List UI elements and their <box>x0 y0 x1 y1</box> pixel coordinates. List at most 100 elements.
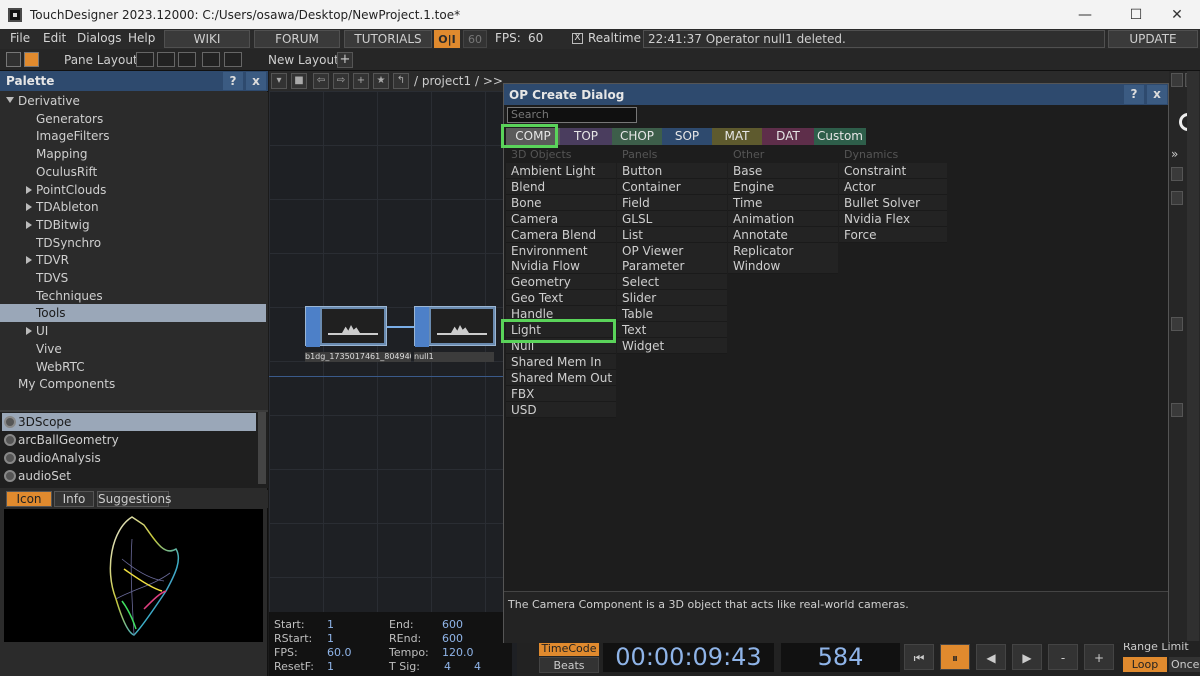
star-icon[interactable]: ★ <box>373 73 389 89</box>
component-item-arcballgeometry[interactable]: arcBallGeometry <box>2 431 256 449</box>
op-item-shared-mem-out[interactable]: Shared Mem Out <box>506 369 616 386</box>
op-item-camera-blend[interactable]: Camera Blend <box>506 226 616 243</box>
op-item-camera[interactable]: Camera <box>506 210 616 227</box>
parent-icon[interactable]: ↰ <box>393 73 409 89</box>
palette-tree-item-my-components[interactable]: My Components <box>0 375 266 393</box>
family-tab-mat[interactable]: MAT <box>712 128 762 145</box>
op-item-bullet-solver[interactable]: Bullet Solver <box>839 194 947 211</box>
palette-tree-item-oculusrift[interactable]: OculusRift <box>0 163 266 181</box>
expand-icon[interactable]: » <box>1171 147 1178 161</box>
menu-edit[interactable]: Edit <box>43 31 66 45</box>
op-item-window[interactable]: Window <box>728 258 838 275</box>
frame-display[interactable]: 584 <box>781 642 900 672</box>
tsig-denominator[interactable]: 4 <box>474 660 481 673</box>
tutorials-button[interactable]: TUTORIALS <box>344 30 432 48</box>
forward-arrow-icon[interactable]: ⇨ <box>333 73 349 89</box>
op-node-label[interactable]: null1 <box>414 352 494 362</box>
layout-three-icon[interactable] <box>202 52 220 67</box>
node-side-flags[interactable] <box>415 307 429 347</box>
component-list-scrollbar[interactable] <box>258 412 266 484</box>
palette-tree-item-tdableton[interactable]: TDAbleton <box>0 198 266 216</box>
op-item-nvidia-flex-solver[interactable]: Nvidia Flex Solver <box>839 210 947 242</box>
add-layout-button[interactable]: + <box>337 52 353 68</box>
op-item-parameter[interactable]: Parameter <box>617 258 727 275</box>
palette-tree-item-tdsynchro[interactable]: TDSynchro <box>0 234 266 252</box>
op-item-constraint[interactable]: Constraint <box>839 163 947 179</box>
collapsed-triangle-icon[interactable] <box>26 256 32 265</box>
tab-icon[interactable]: Icon <box>6 491 52 507</box>
op-item-fbx[interactable]: FBX <box>506 385 616 402</box>
palette-tree-item-generators[interactable]: Generators <box>0 110 266 128</box>
op-item-environment-light[interactable]: Environment Light <box>506 242 616 274</box>
collapsed-triangle-icon[interactable] <box>26 185 32 194</box>
op-item-blend[interactable]: Blend <box>506 178 616 195</box>
op-item-engine[interactable]: Engine <box>728 178 838 195</box>
menu-help[interactable]: Help <box>128 31 155 45</box>
play-button[interactable]: ▶ <box>1012 644 1042 670</box>
timecode-toggle[interactable]: TimeCode <box>539 641 599 656</box>
layout-quad-icon[interactable] <box>224 52 242 67</box>
dropdown-icon[interactable] <box>1171 191 1183 205</box>
forum-button[interactable]: FORUM <box>254 30 340 48</box>
collapsed-triangle-icon[interactable] <box>26 203 32 212</box>
tab-suggestions[interactable]: Suggestions <box>97 491 171 507</box>
stop-icon[interactable]: ■ <box>291 73 307 89</box>
op-search-input[interactable]: Search <box>507 107 637 123</box>
fps-value[interactable]: 60.0 <box>327 646 352 659</box>
component-item-audioset[interactable]: audioSet <box>2 467 256 485</box>
collapsed-triangle-icon[interactable] <box>26 327 32 336</box>
op-item-table[interactable]: Table <box>617 306 727 323</box>
palette-tree-item-derivative[interactable]: Derivative <box>0 92 266 110</box>
menu-dialogs[interactable]: Dialogs <box>77 31 121 45</box>
palette-tree-item-ui[interactable]: UI <box>0 322 266 340</box>
layout-single-icon[interactable] <box>136 52 154 67</box>
end-value[interactable]: 600 <box>442 618 463 631</box>
layout-split-vertical-icon[interactable] <box>157 52 175 67</box>
palette-tree-item-tdbitwig[interactable]: TDBitwig <box>0 216 266 234</box>
add-icon[interactable]: + <box>353 73 369 89</box>
palette-help-button[interactable]: ? <box>223 72 243 90</box>
op-item-base[interactable]: Base <box>728 163 838 179</box>
dropdown-icon[interactable] <box>1171 403 1183 417</box>
palette-tree-item-webrtc[interactable]: WebRTC <box>0 358 266 376</box>
vertical-scrollbar[interactable] <box>1187 71 1199 641</box>
op-item-container[interactable]: Container <box>617 178 727 195</box>
op-item-slider[interactable]: Slider <box>617 290 727 307</box>
fps-target-field[interactable]: 60 <box>463 30 487 48</box>
rend-value[interactable]: 600 <box>442 632 463 645</box>
once-button[interactable]: Once <box>1169 657 1200 672</box>
pause-button[interactable]: ⏸ <box>940 644 970 670</box>
palette-tree-item-imagefilters[interactable]: ImageFilters <box>0 127 266 145</box>
close-window-button[interactable]: ✕ <box>1154 0 1200 29</box>
op-item-replicator[interactable]: Replicator <box>728 242 838 259</box>
op-item-glsl[interactable]: GLSL <box>617 210 727 227</box>
op-node-null1[interactable] <box>414 306 496 347</box>
family-tab-sop[interactable]: SOP <box>662 128 712 145</box>
expanded-triangle-icon[interactable] <box>6 97 14 103</box>
op-item-geo-text[interactable]: Geo Text <box>506 290 616 307</box>
dialog-help-button[interactable]: ? <box>1124 85 1144 104</box>
op-item-nvidia-flow-emitter[interactable]: Nvidia Flow Emitter <box>506 258 616 289</box>
pane-image-icon[interactable] <box>6 52 21 67</box>
list-icon[interactable]: ▾ <box>271 73 287 89</box>
family-tab-dat[interactable]: DAT <box>762 128 814 145</box>
minimize-button[interactable]: — <box>1062 0 1108 29</box>
step-back-button[interactable]: ◀ <box>976 644 1006 670</box>
palette-tree-item-techniques[interactable]: Techniques <box>0 287 266 305</box>
op-item-select[interactable]: Select <box>617 274 727 291</box>
timecode-display[interactable]: 00:00:09:43 <box>603 642 774 672</box>
palette-tree-item-pointclouds[interactable]: PointClouds <box>0 181 266 199</box>
family-tab-chop[interactable]: CHOP <box>612 128 662 145</box>
tsig-numerator[interactable]: 4 <box>444 660 451 673</box>
palette-tree-item-tdvr[interactable]: TDVR <box>0 251 266 269</box>
network-path[interactable]: / project1 / >> <box>414 74 503 88</box>
pane-home-icon[interactable] <box>24 52 39 67</box>
start-value[interactable]: 1 <box>327 618 334 631</box>
increment-button[interactable]: + <box>1084 644 1114 670</box>
op-item-time[interactable]: Time <box>728 194 838 211</box>
op-item-annotate[interactable]: Annotate <box>728 226 838 243</box>
realtime-checkbox[interactable]: X <box>572 33 583 44</box>
op-item-op-viewer[interactable]: OP Viewer <box>617 242 727 259</box>
op-item-button[interactable]: Button <box>617 163 727 179</box>
op-item-bone[interactable]: Bone <box>506 194 616 211</box>
